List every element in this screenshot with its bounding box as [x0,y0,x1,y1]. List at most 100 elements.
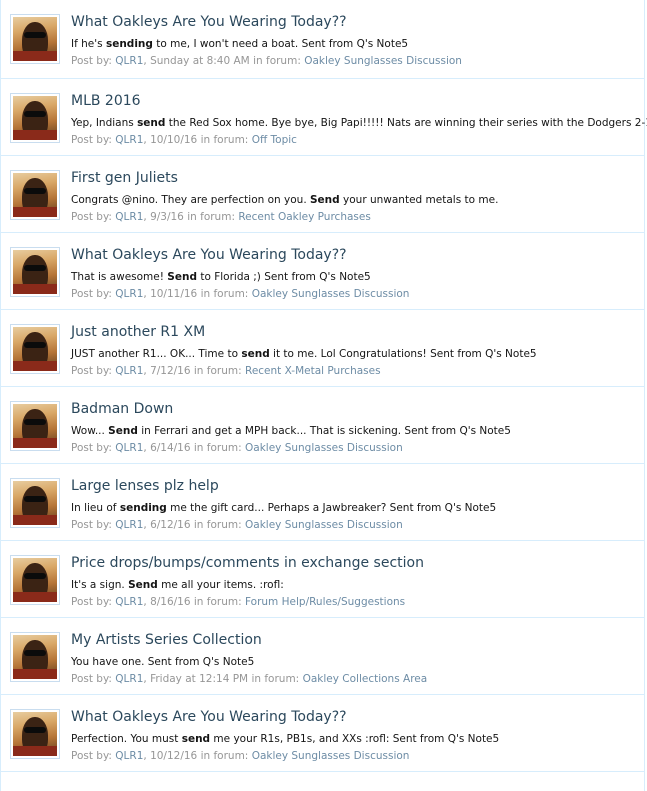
meta-label: in forum: [183,211,239,223]
forum-link[interactable]: Forum Help/Rules/Suggestions [245,596,405,608]
avatar[interactable] [10,170,60,220]
search-result: What Oakleys Are You Wearing Today?? If … [1,0,644,79]
post-snippet: Wow... Send in Ferrari and get a MPH bac… [71,425,511,437]
forum-link[interactable]: Oakley Sunglasses Discussion [252,750,410,762]
author-link[interactable]: QLR1 [115,750,143,762]
avatar[interactable] [10,555,60,605]
meta-label: Post by: [71,442,116,454]
snippet-highlight: Send [128,579,158,591]
author-link[interactable]: QLR1 [115,211,143,223]
snippet-text: That is awesome! [71,271,168,283]
post-meta: Post by: QLR1, 8/16/16 in forum: Forum H… [71,596,405,608]
thread-title-link[interactable]: Price drops/bumps/comments in exchange s… [71,555,424,571]
snippet-highlight: send [181,733,211,745]
meta-label: Post by: [71,288,116,300]
snippet-text: In lieu of [71,502,120,514]
snippet-text: me all your items. :rofl: [157,579,284,591]
meta-label: in forum: [197,134,252,146]
forum-link[interactable]: Oakley Collections Area [303,673,428,685]
snippet-highlight: Send [167,271,197,283]
author-link[interactable]: QLR1 [115,519,143,531]
snippet-text: in Ferrari and get a MPH back... That is… [137,425,511,437]
post-meta: Post by: QLR1, 10/11/16 in forum: Oakley… [71,288,409,300]
post-snippet: It's a sign. Send me all your items. :ro… [71,579,284,591]
author-link[interactable]: QLR1 [115,288,143,300]
avatar[interactable] [10,632,60,682]
meta-label: Post by: [71,673,116,685]
thread-title-link[interactable]: What Oakleys Are You Wearing Today?? [71,14,347,30]
snippet-text: the Red Sox home. Bye bye, Big Papi!!!!!… [165,117,647,129]
meta-label: in forum: [190,519,245,531]
snippet-highlight: sending [105,38,153,50]
avatar[interactable] [10,14,60,64]
meta-label: Post by: [71,55,116,67]
avatar[interactable] [10,247,60,297]
thread-title-link[interactable]: What Oakleys Are You Wearing Today?? [71,709,347,725]
author-link[interactable]: QLR1 [115,365,143,377]
avatar[interactable] [10,324,60,374]
forum-link[interactable]: Recent Oakley Purchases [238,211,371,223]
post-snippet: Yep, Indians send the Red Sox home. Bye … [71,117,647,129]
avatar[interactable] [10,709,60,759]
thread-title-link[interactable]: MLB 2016 [71,93,141,109]
post-date: , Friday at 12:14 PM [143,673,249,685]
snippet-highlight: Send [108,425,138,437]
forum-link[interactable]: Off Topic [252,134,297,146]
forum-link[interactable]: Oakley Sunglasses Discussion [245,442,403,454]
search-result: What Oakleys Are You Wearing Today?? Per… [1,695,644,772]
meta-label: in forum: [190,596,245,608]
avatar[interactable] [10,93,60,143]
thread-title-link[interactable]: First gen Juliets [71,170,178,186]
post-meta: Post by: QLR1, 7/12/16 in forum: Recent … [71,365,381,377]
snippet-highlight: Send [310,194,340,206]
post-meta: Post by: QLR1, 10/10/16 in forum: Off To… [71,134,297,146]
user-photo [13,635,57,679]
thread-title-link[interactable]: What Oakleys Are You Wearing Today?? [71,247,347,263]
author-link[interactable]: QLR1 [115,442,143,454]
avatar[interactable] [10,478,60,528]
snippet-text: me the gift card... Perhaps a Jawbreaker… [166,502,497,514]
thread-title-link[interactable]: Large lenses plz help [71,478,219,494]
snippet-text: It's a sign. [71,579,129,591]
post-date: , 10/10/16 [143,134,198,146]
meta-label: in forum: [197,750,252,762]
snippet-text: your unwanted metals to me. [339,194,499,206]
meta-label: in forum: [248,673,303,685]
search-result: MLB 2016 Yep, Indians send the Red Sox h… [1,79,647,156]
snippet-text: me your R1s, PB1s, and XXs :rofl: Sent f… [210,733,500,745]
snippet-text: to me, I won't need a boat. Sent from Q'… [152,38,409,50]
forum-link[interactable]: Recent X-Metal Purchases [245,365,381,377]
author-link[interactable]: QLR1 [115,673,143,685]
post-date: , 8/16/16 [143,596,191,608]
post-snippet: JUST another R1... OK... Time to send it… [71,348,537,360]
forum-link[interactable]: Oakley Sunglasses Discussion [252,288,410,300]
author-link[interactable]: QLR1 [115,55,143,67]
author-link[interactable]: QLR1 [115,134,143,146]
post-snippet: Congrats @nino. They are perfection on y… [71,194,498,206]
snippet-text: You have one. Sent from Q's Note5 [71,656,255,668]
search-result: Large lenses plz help In lieu of sending… [1,464,644,541]
user-photo [13,173,57,217]
meta-label: Post by: [71,211,116,223]
user-photo [13,481,57,525]
search-result: Just another R1 XM JUST another R1... OK… [1,310,644,387]
forum-link[interactable]: Oakley Sunglasses Discussion [245,519,403,531]
meta-label: Post by: [71,365,116,377]
post-meta: Post by: QLR1, Friday at 12:14 PM in for… [71,673,427,685]
user-photo [13,250,57,294]
thread-title-link[interactable]: My Artists Series Collection [71,632,262,648]
forum-link[interactable]: Oakley Sunglasses Discussion [304,55,462,67]
user-photo [13,712,57,756]
search-result: Badman Down Wow... Send in Ferrari and g… [1,387,644,464]
post-snippet: That is awesome! Send to Florida ;) Sent… [71,271,371,283]
author-link[interactable]: QLR1 [115,596,143,608]
snippet-text: it to me. Lol Congratulations! Sent from… [269,348,537,360]
thread-title-link[interactable]: Just another R1 XM [71,324,205,340]
avatar[interactable] [10,401,60,451]
snippet-highlight: sending [119,502,167,514]
post-date: , 6/14/16 [143,442,191,454]
meta-label: in forum: [190,442,245,454]
post-meta: Post by: QLR1, 10/12/16 in forum: Oakley… [71,750,409,762]
thread-title-link[interactable]: Badman Down [71,401,173,417]
search-results-list: What Oakleys Are You Wearing Today?? If … [0,0,647,791]
